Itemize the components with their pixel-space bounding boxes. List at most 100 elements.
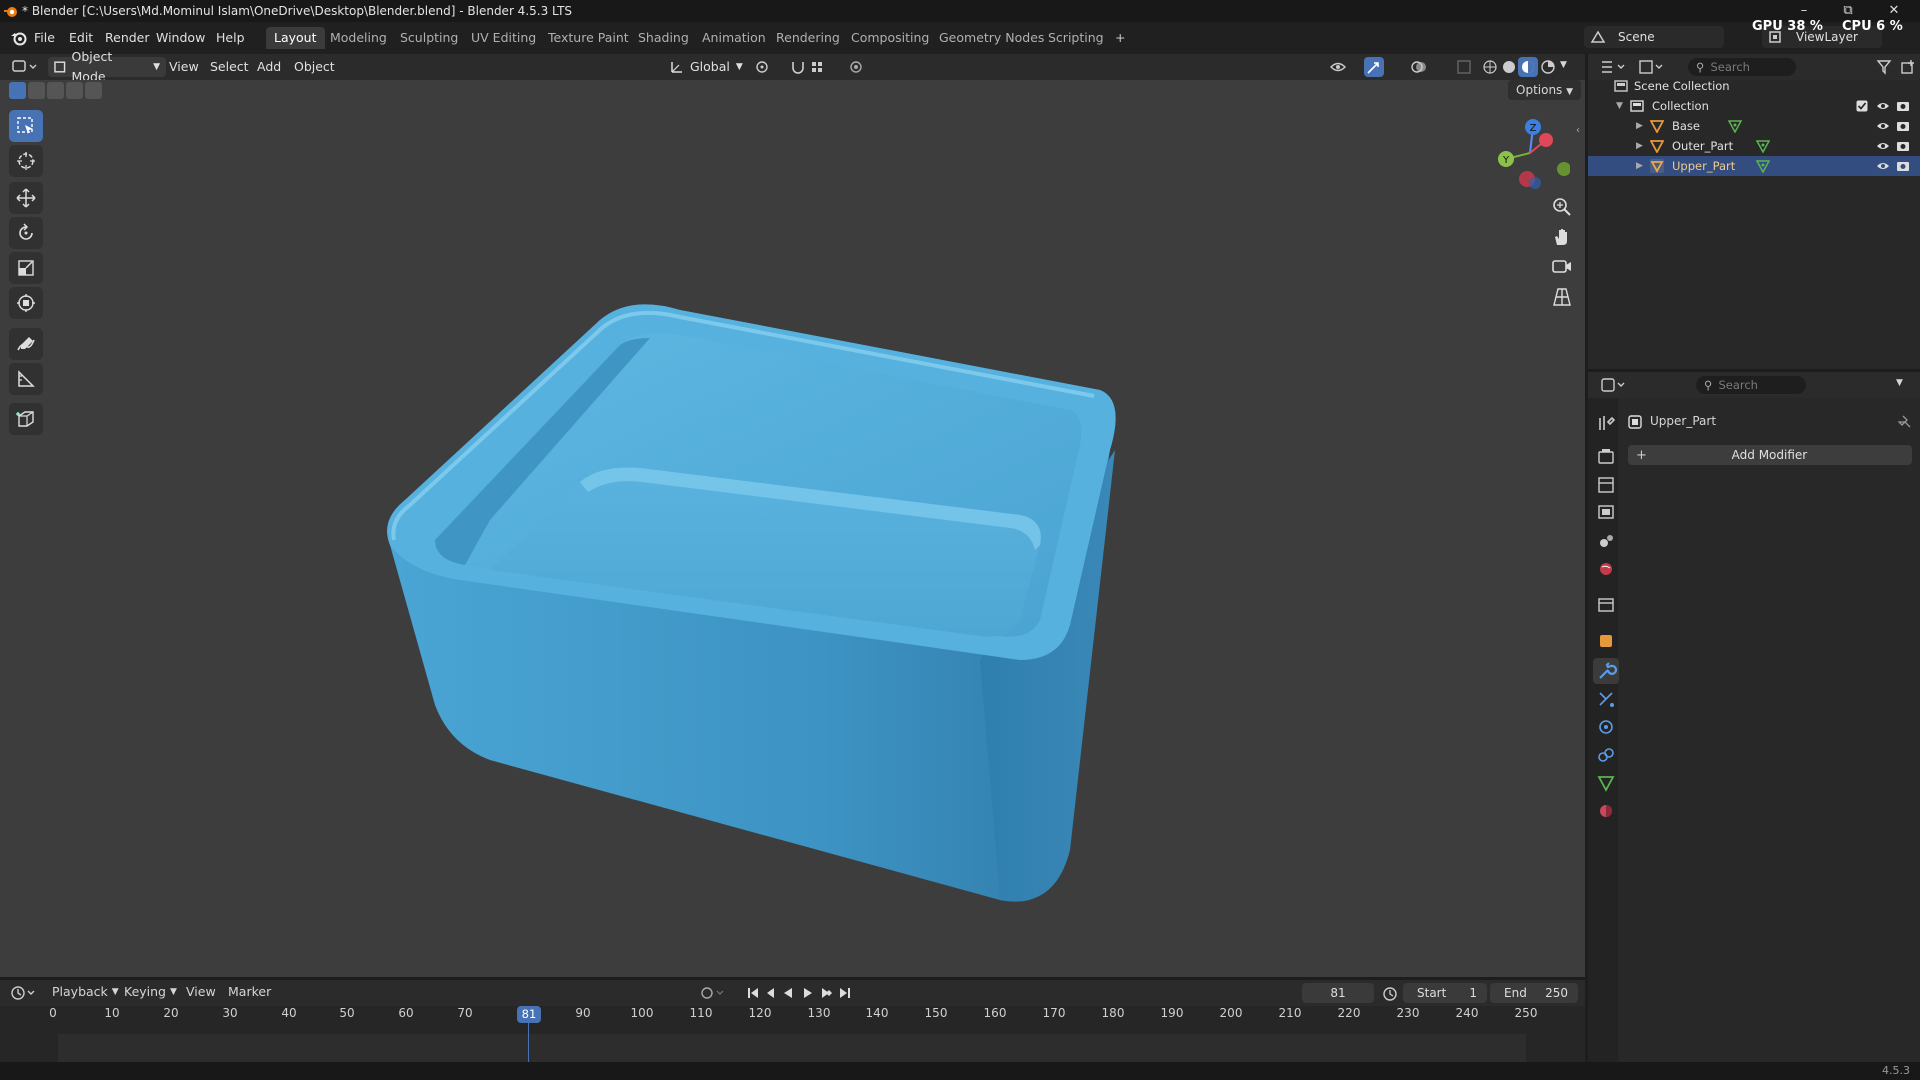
object-tab-icon[interactable] <box>1595 630 1617 652</box>
auto-keying-icon[interactable] <box>700 986 728 1000</box>
snap-icon[interactable] <box>790 59 806 75</box>
keying-menu[interactable]: Keying ▼ <box>124 984 177 999</box>
proportional-editing-icon[interactable] <box>848 59 864 75</box>
tab-modeling[interactable]: Modeling <box>322 27 395 49</box>
rotate-tool[interactable] <box>9 217 43 249</box>
render-tab-icon[interactable] <box>1595 446 1617 468</box>
add-modifier-button[interactable]: + Add Modifier <box>1628 445 1912 465</box>
eye-icon[interactable] <box>1876 140 1890 152</box>
world-tab-icon[interactable] <box>1595 558 1617 580</box>
pivot-point-icon[interactable] <box>754 59 778 75</box>
collection-tab-icon[interactable] <box>1595 594 1617 616</box>
scale-tool[interactable] <box>9 252 43 284</box>
tab-layout[interactable]: Layout <box>266 27 325 49</box>
timeline-editor-icon[interactable] <box>10 985 38 1001</box>
select-new-button[interactable] <box>9 81 26 99</box>
x-axis-icon[interactable] <box>1539 133 1553 147</box>
pin-icon[interactable] <box>1898 415 1912 429</box>
camera-icon[interactable] <box>1896 159 1910 172</box>
menu-window[interactable]: Window <box>156 22 205 54</box>
eye-icon[interactable] <box>1876 160 1890 172</box>
editor-type-icon[interactable] <box>12 59 38 75</box>
snap-target-icon[interactable] <box>810 59 836 75</box>
overlays-icon[interactable] <box>1410 59 1428 75</box>
upper-part-mesh[interactable] <box>380 220 1120 920</box>
outliner-item-outer-part[interactable]: ▶ Outer_Part <box>1588 136 1920 156</box>
checkbox-icon[interactable] <box>1856 100 1868 112</box>
camera-view-icon[interactable] <box>1550 255 1574 279</box>
menu-view[interactable]: View <box>169 57 199 77</box>
play-icon[interactable] <box>804 988 812 998</box>
visibility-icon[interactable] <box>1330 59 1352 75</box>
outliner-search-input[interactable]: ⚲ Search <box>1688 58 1796 76</box>
tab-scripting[interactable]: Scripting <box>1040 27 1112 49</box>
end-frame-field[interactable]: End 250 <box>1490 983 1578 1003</box>
blender-menu-icon[interactable] <box>10 30 27 46</box>
display-mode-icon[interactable] <box>1638 59 1666 75</box>
properties-editor-icon[interactable] <box>1600 377 1628 393</box>
new-collection-icon[interactable] <box>1900 59 1916 75</box>
playhead-frame-badge[interactable]: 81 <box>517 1006 541 1023</box>
sidebar-toggle-icon[interactable]: ‹ <box>1576 125 1580 136</box>
filter-icon[interactable] <box>1876 59 1898 75</box>
add-workspace-button[interactable]: + <box>1107 27 1133 49</box>
camera-icon[interactable] <box>1896 119 1910 132</box>
xray-icon[interactable] <box>1456 59 1472 75</box>
tab-texture-paint[interactable]: Texture Paint <box>540 27 637 49</box>
menu-file[interactable]: File <box>34 22 55 54</box>
marker-menu[interactable]: Marker <box>228 984 271 999</box>
chevron-right-icon[interactable]: ▶ <box>1636 156 1643 176</box>
jump-start-icon[interactable] <box>748 988 758 998</box>
perspective-toggle-icon[interactable] <box>1550 285 1574 309</box>
gizmo-toggle[interactable] <box>1364 57 1384 77</box>
start-frame-field[interactable]: Start 1 <box>1403 983 1487 1003</box>
outliner-item-base[interactable]: ▶ Base <box>1588 116 1920 136</box>
eye-icon[interactable] <box>1876 100 1890 112</box>
outliner-editor-icon[interactable] <box>1600 59 1628 75</box>
chevron-down-icon[interactable]: ▼ <box>1896 378 1903 388</box>
select-box-tool[interactable] <box>9 110 43 142</box>
navigation-gizmo[interactable]: Z Y <box>1490 113 1570 193</box>
tab-uv-editing[interactable]: UV Editing <box>463 27 544 49</box>
constraints-tab-icon[interactable] <box>1595 744 1617 766</box>
camera-icon[interactable] <box>1896 139 1910 152</box>
tab-shading[interactable]: Shading <box>630 27 697 49</box>
select-extend-button[interactable] <box>28 81 45 99</box>
camera-icon[interactable] <box>1896 99 1910 112</box>
solid-shading-icon[interactable] <box>1501 59 1517 75</box>
output-tab-icon[interactable] <box>1595 474 1617 496</box>
jump-keyframe-forward-icon[interactable] <box>822 988 832 998</box>
chevron-down-icon[interactable]: ▼ <box>1616 96 1623 116</box>
timeline-view-menu[interactable]: View <box>186 984 216 999</box>
options-button[interactable]: Options ▼ <box>1508 80 1582 100</box>
playback-menu[interactable]: Playback ▼ <box>52 984 119 999</box>
select-intersect-button[interactable] <box>85 81 102 99</box>
menu-add[interactable]: Add <box>257 57 281 77</box>
select-invert-button[interactable] <box>66 81 83 99</box>
particles-tab-icon[interactable] <box>1595 688 1617 710</box>
tab-rendering[interactable]: Rendering <box>768 27 848 49</box>
3d-viewport[interactable]: Options ▼ Z Y ‹ <box>0 80 1585 977</box>
current-frame-field[interactable]: 81 <box>1302 983 1374 1003</box>
move-tool[interactable] <box>9 182 43 214</box>
annotate-tool[interactable] <box>9 328 43 360</box>
wireframe-shading-icon[interactable] <box>1482 59 1498 75</box>
preview-range-icon[interactable] <box>1382 985 1398 1001</box>
chevron-right-icon[interactable]: ▶ <box>1636 116 1643 136</box>
scene-selector[interactable]: Scene <box>1584 26 1724 48</box>
tab-animation[interactable]: Animation <box>694 27 774 49</box>
tab-compositing[interactable]: Compositing <box>843 27 937 49</box>
scene-tab-icon[interactable] <box>1595 530 1617 552</box>
jump-keyframe-back-icon[interactable] <box>767 988 774 998</box>
menu-select[interactable]: Select <box>210 57 249 77</box>
orientation-dropdown[interactable]: Global ▼ <box>670 57 746 77</box>
rendered-shading-icon[interactable] <box>1540 59 1556 75</box>
material-shading-button[interactable] <box>1518 57 1538 77</box>
chevron-right-icon[interactable]: ▶ <box>1636 136 1643 156</box>
tab-geometry-nodes[interactable]: Geometry Nodes <box>931 27 1052 49</box>
physics-tab-icon[interactable] <box>1595 716 1617 738</box>
properties-search-input[interactable]: ⚲ Search <box>1696 376 1806 394</box>
neg-y-axis-icon[interactable] <box>1557 162 1570 176</box>
timeline-track-area[interactable]: 0 10 20 30 40 50 60 70 90 100 110 120 13… <box>0 1006 1585 1062</box>
outliner-item-upper-part[interactable]: ▶ Upper_Part <box>1588 156 1920 176</box>
